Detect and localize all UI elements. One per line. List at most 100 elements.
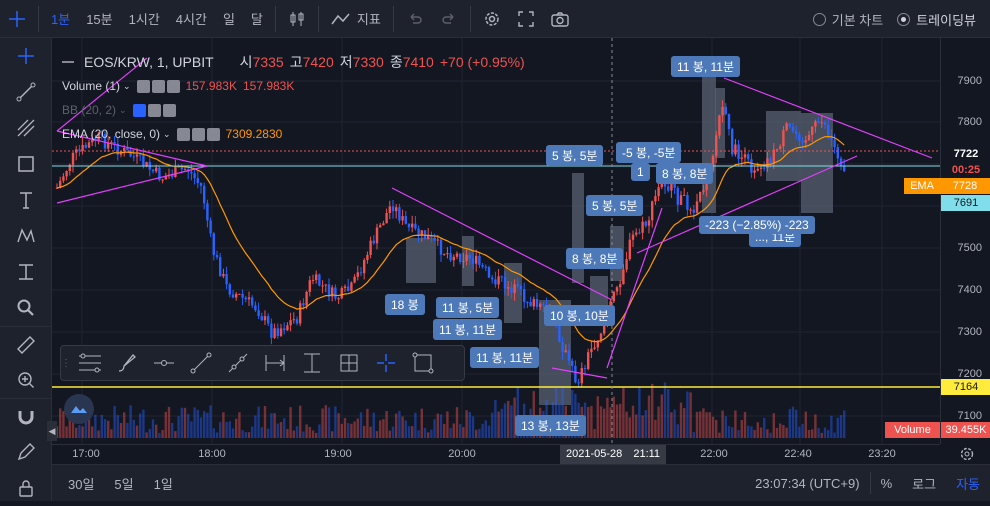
zoom-tool[interactable] — [0, 290, 52, 326]
clock[interactable]: 23:07:34 (UTC+9) — [745, 476, 869, 491]
chart-type-tradingview-radio[interactable]: 트레이딩뷰 — [897, 10, 976, 29]
indicators-button[interactable]: 지표 — [323, 0, 389, 38]
measure-label[interactable]: 10 봉, 10분 — [544, 305, 615, 326]
log-toggle[interactable]: 로그 — [902, 474, 946, 493]
interval-1m[interactable]: 1분 — [43, 0, 78, 38]
interval-month[interactable]: 달 — [243, 0, 271, 38]
measure-label[interactable]: 5 봉, 5분 — [546, 145, 604, 166]
crosshair-tool[interactable] — [0, 38, 52, 74]
measure-label[interactable]: 13 봉, 13분 — [515, 415, 586, 436]
range-1d[interactable]: 1일 — [144, 474, 183, 493]
price-axis[interactable]: 7900 7800 7500 7400 7300 7200 7100 7722 … — [940, 38, 990, 444]
fib-tool[interactable] — [0, 110, 52, 146]
rectangle-select-tool[interactable] — [404, 346, 441, 380]
measure-label[interactable]: 1 — [631, 163, 650, 181]
pattern-tool[interactable] — [0, 218, 52, 254]
settings-icon[interactable] — [191, 127, 205, 141]
fullscreen-icon[interactable] — [509, 0, 543, 38]
pencil-lock-tool[interactable] — [0, 434, 52, 470]
chart-type-basic-radio[interactable]: 기본 차트 — [812, 10, 883, 29]
eye-icon[interactable] — [176, 127, 190, 141]
date-range-tool[interactable] — [256, 346, 293, 380]
candle-body — [516, 284, 519, 287]
trend-line-tool[interactable] — [0, 74, 52, 110]
interval-4h[interactable]: 4시간 — [168, 0, 215, 38]
close-icon[interactable] — [162, 103, 176, 117]
measure-label[interactable]: 5 봉, 5분 — [586, 195, 644, 216]
close-icon[interactable] — [206, 127, 220, 141]
crosshair-icon[interactable] — [0, 0, 34, 38]
settings-icon[interactable] — [151, 79, 165, 93]
chevron-down-icon[interactable]: ⌄ — [163, 129, 171, 140]
ruler-tool[interactable] — [0, 326, 52, 362]
candle-body — [65, 171, 68, 177]
price-tick: 7100 — [957, 410, 982, 422]
measure-label[interactable]: 18 봉 — [385, 294, 425, 315]
measure-label[interactable]: 8 봉, 8분 — [656, 163, 714, 184]
price-chart[interactable] — [52, 38, 940, 444]
measure-label[interactable]: -223 (−2.85%) -223 — [699, 216, 815, 234]
volume-bar — [667, 389, 670, 438]
collapse-icon[interactable] — [62, 61, 74, 63]
price-range-tool[interactable] — [293, 346, 330, 380]
extended-line-tool[interactable] — [219, 346, 256, 380]
measure-label[interactable]: 11 봉, 11분 — [433, 319, 502, 340]
measure-label[interactable]: 11 봉, 11분 — [671, 56, 740, 77]
drag-handle-icon[interactable]: ⋮ — [61, 346, 71, 380]
scroll-left-button[interactable]: ◀ — [47, 421, 57, 441]
volume-bar — [196, 409, 199, 438]
eye-off-icon[interactable] — [132, 103, 146, 117]
tradingview-logo[interactable] — [64, 394, 94, 424]
magnet-tool[interactable] — [0, 398, 52, 434]
horizontal-ray-tool[interactable] — [145, 346, 182, 380]
crosshair-tool[interactable] — [367, 346, 404, 380]
price-tick: 7900 — [957, 75, 982, 87]
measure-label[interactable]: 11 봉, 5분 — [436, 297, 500, 318]
settings-icon[interactable] — [952, 444, 982, 464]
measure-tool[interactable] — [0, 254, 52, 290]
volume-bar — [267, 428, 270, 438]
zoom-in-tool[interactable] — [0, 362, 52, 398]
chevron-down-icon[interactable]: ⌄ — [123, 81, 131, 92]
measure-label[interactable]: 11 봉, 11분 — [470, 347, 539, 368]
text-tool[interactable] — [0, 182, 52, 218]
volume-bar — [100, 414, 103, 438]
candle-body — [833, 139, 836, 148]
chevron-down-icon[interactable]: ⌄ — [119, 105, 127, 116]
auto-toggle[interactable]: 자동 — [946, 474, 990, 493]
close-icon[interactable] — [166, 79, 180, 93]
range-30d[interactable]: 30일 — [58, 474, 104, 493]
volume-bar — [187, 414, 190, 438]
candles-icon[interactable] — [280, 0, 314, 38]
candle-body — [292, 319, 295, 321]
candle-body — [843, 166, 846, 172]
zoom-icon — [17, 299, 34, 316]
measure-label[interactable]: -5 봉, -5분 — [616, 142, 682, 163]
time-axis[interactable]: 17:00 18:00 19:00 20:00 22:00 22:40 23:2… — [52, 444, 940, 464]
candle-body — [590, 348, 593, 353]
interval-15m[interactable]: 15분 — [78, 0, 120, 38]
redo-icon[interactable] — [432, 0, 466, 38]
fib-channel-tool[interactable] — [71, 346, 108, 380]
measure-label[interactable]: 8 봉, 8분 — [566, 248, 624, 269]
volume-bar — [436, 413, 439, 438]
volume-bar — [615, 404, 619, 438]
percent-toggle[interactable]: % — [871, 476, 903, 491]
volume-bar — [244, 432, 247, 438]
chart-pane[interactable]: EOS/KRW, 1, UPBIT 시 7335 고 7420 저 7330 종 741… — [47, 38, 940, 444]
settings-icon[interactable] — [147, 103, 161, 117]
volume-bar — [609, 407, 612, 438]
undo-icon[interactable] — [398, 0, 432, 38]
eye-icon[interactable] — [136, 79, 150, 93]
interval-1h[interactable]: 1시간 — [121, 0, 168, 38]
range-5d[interactable]: 5일 — [104, 474, 143, 493]
volume-bar — [449, 428, 452, 438]
date-price-range-tool[interactable] — [330, 346, 367, 380]
brush-tool[interactable] — [108, 346, 145, 380]
settings-icon[interactable] — [475, 0, 509, 38]
interval-day[interactable]: 일 — [215, 0, 243, 38]
line-tool[interactable] — [182, 346, 219, 380]
candle-body — [497, 276, 500, 285]
camera-icon[interactable] — [543, 0, 577, 38]
rectangle-tool[interactable] — [0, 146, 52, 182]
